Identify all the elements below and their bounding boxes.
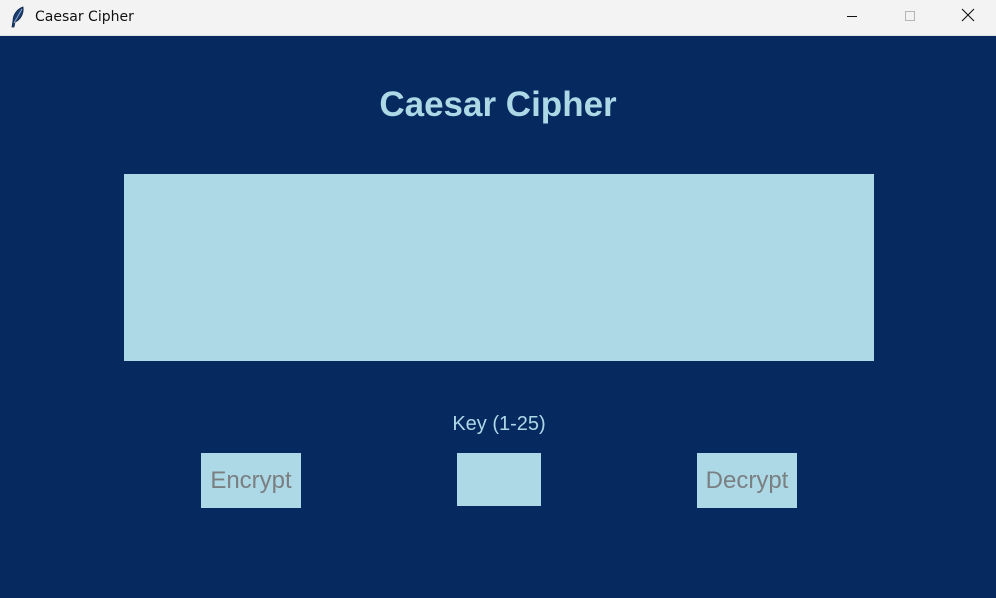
encrypt-button[interactable]: Encrypt (201, 453, 301, 508)
maximize-button[interactable] (881, 0, 939, 35)
app-window: Caesar Cipher Caesar Cipher Key (1-25) E… (0, 0, 996, 598)
message-text-area[interactable] (124, 174, 874, 361)
minimize-button[interactable] (823, 0, 881, 35)
close-button[interactable] (939, 0, 996, 35)
key-label: Key (1-25) (452, 413, 546, 435)
app-heading: Caesar Cipher (379, 85, 617, 124)
maximize-icon (904, 9, 916, 27)
window-title: Caesar Cipher (35, 9, 134, 25)
decrypt-button[interactable]: Decrypt (697, 453, 797, 508)
key-input[interactable] (457, 453, 541, 506)
minimize-icon (846, 9, 858, 27)
title-bar[interactable]: Caesar Cipher (0, 0, 996, 36)
feather-icon (9, 6, 27, 28)
close-icon (961, 8, 975, 27)
